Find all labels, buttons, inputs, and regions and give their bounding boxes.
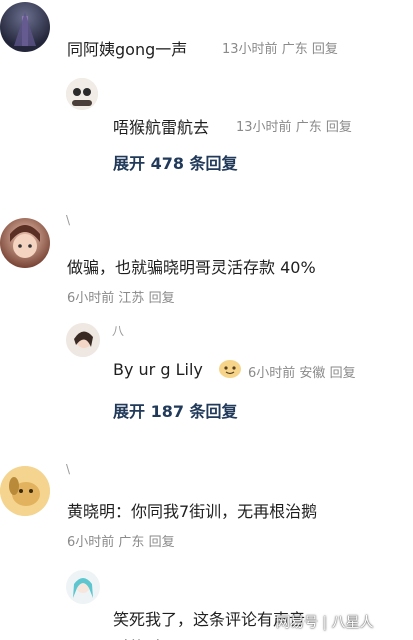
avatar[interactable] [0,466,50,516]
avatar[interactable] [0,2,50,52]
tower-photo-icon [14,12,36,46]
comment-meta: 6小时前 江苏 回复 [67,287,175,306]
expand-replies-button[interactable]: 展开 187 条回复 [113,398,238,422]
comment-time: 6小时前 [67,535,115,550]
comment-text: 同阿姨gong一声 [67,40,188,59]
anime-avatar-icon [66,570,100,604]
avatar[interactable] [0,218,50,268]
comment-time: 6小时前 [248,366,296,381]
comment-time: 13小时前 [236,120,292,135]
reply-button[interactable]: 回复 [149,291,175,306]
comment-text-partial: 对的对。 [113,634,177,640]
comment-text: 黄晓明：你同我7街训，无再根治鹅 [67,502,318,521]
avatar[interactable] [66,570,100,604]
comment-location: 广东 [281,42,308,57]
reply-button[interactable]: 回复 [326,120,352,135]
emoji-icon [218,357,242,379]
comment-username[interactable]: 八 [112,322,124,339]
expand-replies-button[interactable]: 展开 478 条回复 [113,150,238,174]
comment-text: 做骗，也就骗晓明哥灵活存款 40% [67,258,316,277]
comment-username[interactable]: \ [66,213,70,227]
comment-location: 安徽 [299,366,326,381]
comment-meta: 6小时前 安徽 回复 [248,362,356,381]
cat-avatar-icon [66,78,98,110]
comment-meta: 13小时前 广东 回复 [236,116,352,135]
comment-meta: 13小时前 广东 回复 [222,38,338,57]
comment-time: 6小时前 [67,291,115,306]
dog-avatar-icon [0,466,50,516]
comment-location: 江苏 [118,291,145,306]
reply-button[interactable]: 回复 [149,535,175,550]
watermark: 网易号 | 八星人 [276,615,374,631]
avatar[interactable] [66,323,100,357]
reply-button[interactable]: 回复 [312,42,338,57]
comment-location: 广东 [295,120,322,135]
reply-button[interactable]: 回复 [330,366,356,381]
comment-username[interactable]: \ [66,462,70,476]
comment-text: By ur g Lily [113,360,203,379]
comment-text: 唔猴航雷航去 [113,118,210,137]
girl-avatar-icon [10,225,40,258]
comment-location: 广东 [118,535,145,550]
comment-meta: 6小时前 广东 回复 [67,531,175,550]
woman-avatar-icon [66,323,100,357]
comment-time: 13小时前 [222,42,278,57]
avatar[interactable] [66,78,98,110]
